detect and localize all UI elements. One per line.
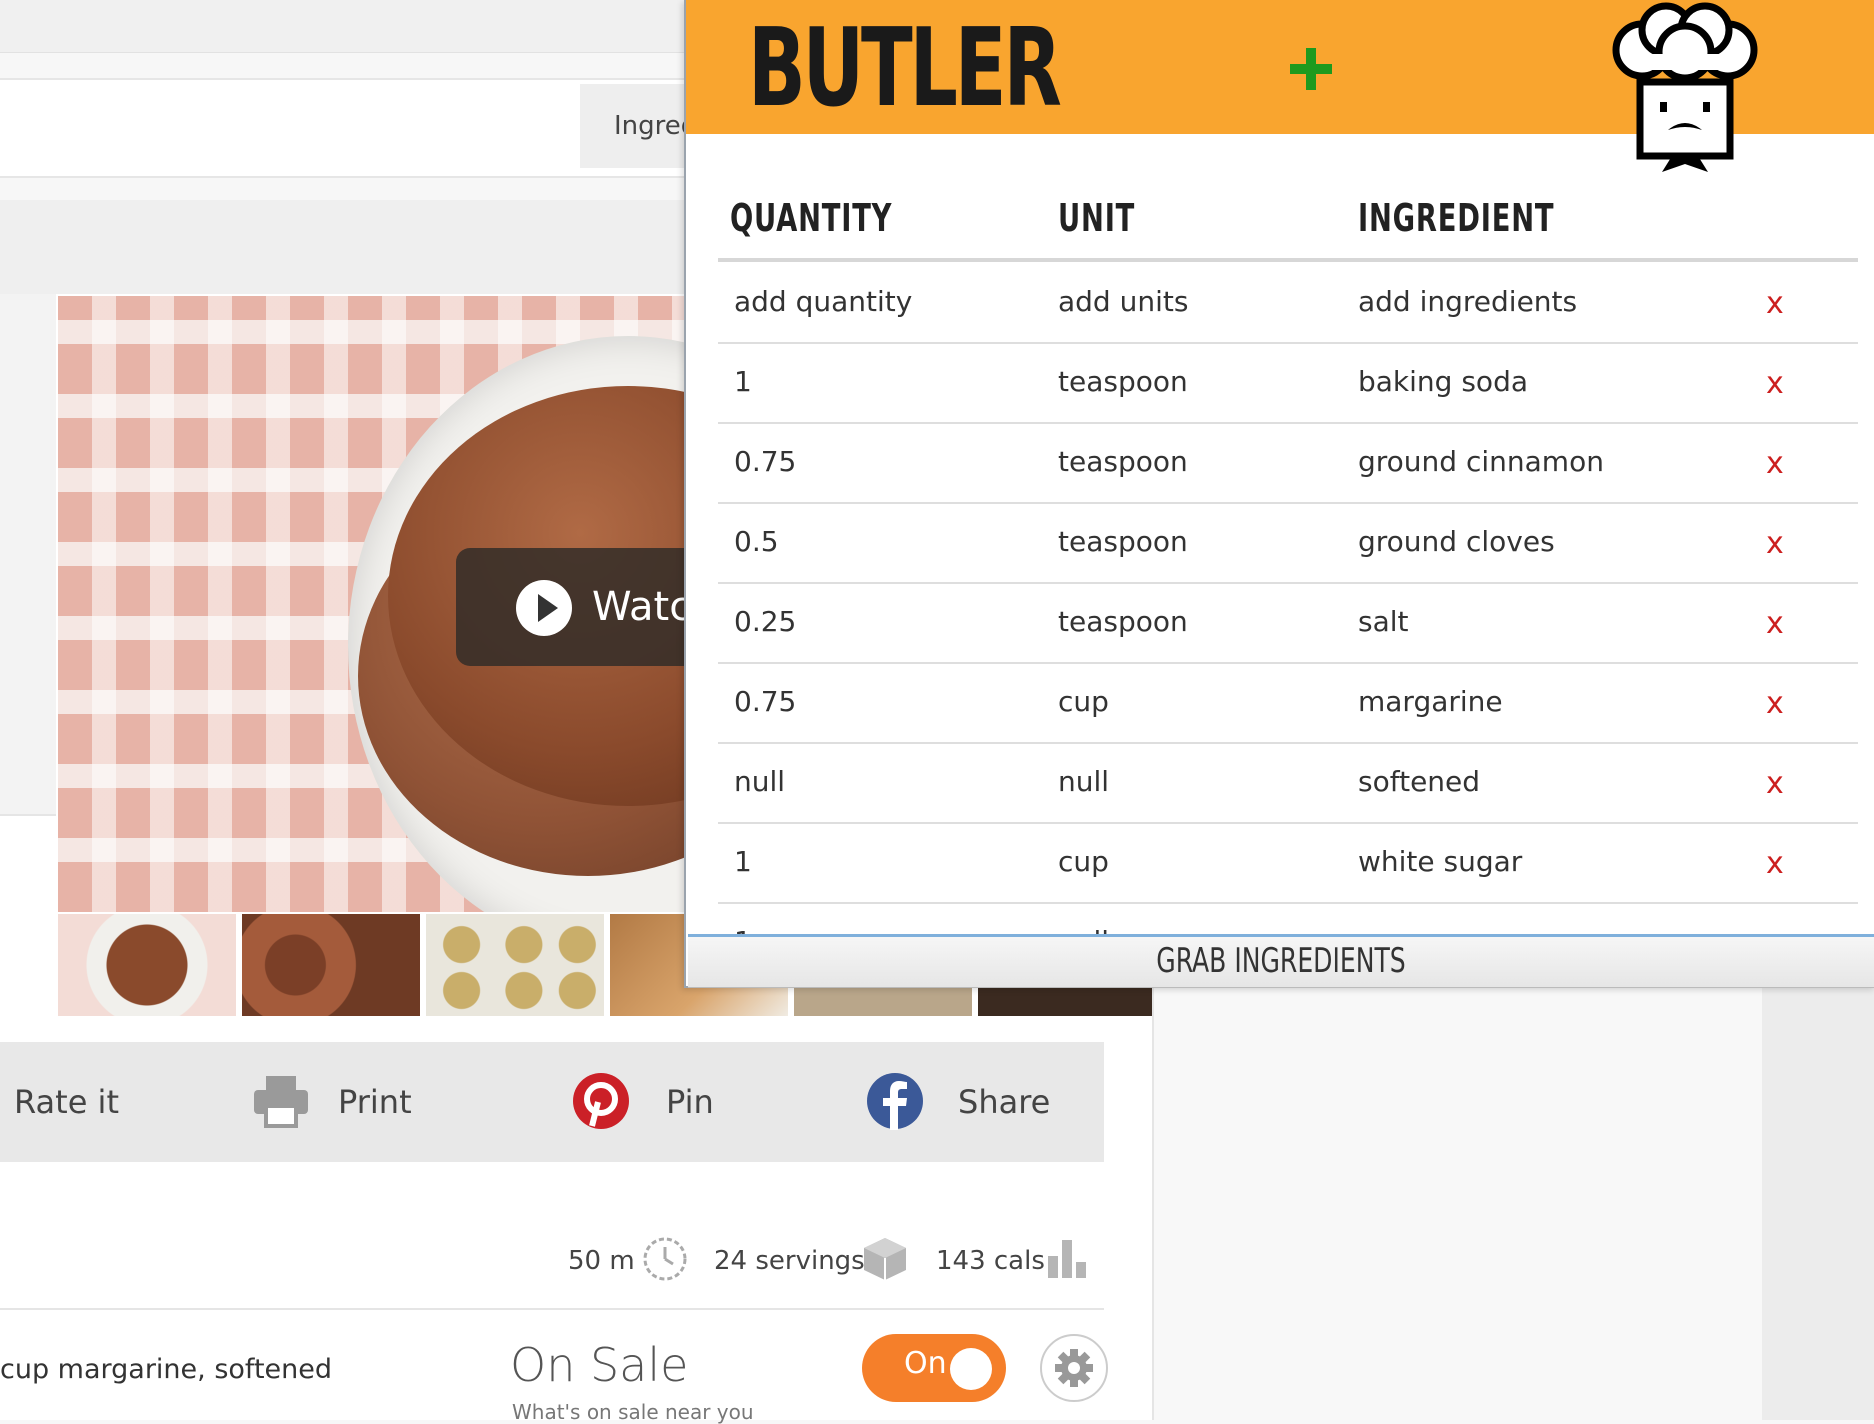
unit-cell[interactable]: teaspoon [1058, 582, 1188, 662]
ingredient-cell[interactable]: margarine [1358, 662, 1503, 742]
prep-time: 50 m [568, 1246, 635, 1276]
table-row: null null softened x [718, 742, 1858, 824]
share-button[interactable]: Share [958, 1042, 1050, 1162]
delete-row-button[interactable]: x [1766, 342, 1784, 422]
on-sale-subtitle: What's on sale near you [512, 1400, 754, 1424]
ingredient-cell[interactable]: white sugar [1358, 822, 1522, 902]
delete-row-button[interactable]: x [1766, 582, 1784, 662]
quantity-cell[interactable]: 1 [734, 342, 752, 422]
left-gutter [0, 294, 56, 816]
table-row: add quantity add units add ingredients x [718, 262, 1858, 344]
quantity-cell[interactable]: 0.5 [734, 502, 779, 582]
delete-row-button[interactable]: x [1766, 822, 1784, 902]
thumbnail[interactable] [242, 914, 420, 1016]
facebook-icon[interactable] [866, 1072, 924, 1130]
delete-row-button[interactable]: x [1766, 662, 1784, 742]
print-button[interactable]: Print [338, 1042, 412, 1162]
on-sale-title: On Sale [510, 1338, 689, 1392]
table-row: 0.5 teaspoon ground cloves x [718, 502, 1858, 584]
quantity-cell[interactable]: 0.75 [734, 422, 796, 502]
settings-button[interactable] [1040, 1334, 1108, 1402]
ingredient-cell[interactable]: softened [1358, 742, 1480, 822]
quantity-cell[interactable]: null [734, 742, 785, 822]
table-row: 1 teaspoon baking soda x [718, 342, 1858, 424]
printer-icon[interactable] [252, 1072, 310, 1130]
table-row: 1 cup white sugar x [718, 822, 1858, 904]
plus-icon[interactable] [1286, 44, 1336, 94]
butler-extension-popup: BUTLER QUANTITY UNIT INGREDIENT add quan… [684, 0, 1874, 988]
ingredient-table[interactable]: add quantity add units add ingredients x… [686, 262, 1874, 934]
unit-input[interactable]: add units [1058, 262, 1188, 342]
unit-cell[interactable]: teaspoon [1058, 342, 1188, 422]
chef-logo-icon [1612, 2, 1758, 172]
ingredient-column-header: INGREDIENT [1358, 196, 1555, 240]
unit-cell[interactable]: teaspoon [1058, 422, 1188, 502]
servings-icon [864, 1238, 906, 1280]
butler-title: BUTLER [748, 6, 1062, 131]
ingredient-cell[interactable]: salt [1358, 582, 1409, 662]
unit-cell[interactable]: null [1058, 742, 1109, 822]
recipe-action-bar: Rate it Print Pin Share [0, 1042, 1104, 1162]
ingredient-input[interactable]: add ingredients [1358, 262, 1577, 342]
grab-ingredients-button[interactable]: GRAB INGREDIENTS [688, 934, 1874, 988]
watch-video-label: Watch [592, 584, 688, 630]
pinterest-icon[interactable] [572, 1072, 630, 1130]
delete-row-button[interactable]: x [1766, 422, 1784, 502]
unit-cell[interactable]: teaspoon [1058, 502, 1188, 582]
table-row: 0.75 teaspoon ground cinnamon x [718, 422, 1858, 504]
table-row: 0.25 teaspoon salt x [718, 582, 1858, 664]
unit-column-header: UNIT [1058, 196, 1136, 240]
ingredient-item[interactable]: cup margarine, softened [0, 1354, 332, 1385]
table-row: 1 null egg x [718, 902, 1858, 934]
pin-button[interactable]: Pin [666, 1042, 714, 1162]
ingredient-cell[interactable]: ground cinnamon [1358, 422, 1604, 502]
ingredient-cell[interactable]: egg [1358, 902, 1411, 934]
servings-count: 24 servings [714, 1246, 865, 1276]
ingredient-cell[interactable]: ground cloves [1358, 502, 1555, 582]
delete-row-button[interactable]: x [1766, 902, 1784, 934]
quantity-input[interactable]: add quantity [734, 262, 912, 342]
ingredient-cell[interactable]: baking soda [1358, 342, 1528, 422]
unit-cell[interactable]: cup [1058, 662, 1109, 742]
quantity-cell[interactable]: 1 [734, 902, 752, 934]
thumbnail[interactable] [426, 914, 604, 1016]
gear-icon [1055, 1349, 1093, 1387]
unit-cell[interactable]: null [1058, 902, 1109, 934]
toggle-label: On [904, 1346, 947, 1381]
quantity-cell[interactable]: 0.75 [734, 662, 796, 742]
calorie-count: 143 cals [936, 1246, 1045, 1276]
rate-it-button[interactable]: Rate it [14, 1042, 119, 1162]
delete-row-button[interactable]: x [1766, 502, 1784, 582]
grab-ingredients-label: GRAB INGREDIENTS [1156, 941, 1406, 981]
divider [0, 1308, 1104, 1310]
delete-row-button[interactable]: x [1766, 742, 1784, 822]
toggle-knob [950, 1348, 992, 1390]
quantity-column-header: QUANTITY [730, 196, 893, 240]
quantity-cell[interactable]: 1 [734, 822, 752, 902]
delete-row-button[interactable]: x [1766, 262, 1784, 342]
clock-icon [643, 1237, 687, 1281]
table-row: 0.75 cup margarine x [718, 662, 1858, 744]
play-triangle-icon [538, 594, 558, 622]
quantity-cell[interactable]: 0.25 [734, 582, 796, 662]
nutrition-chart-icon[interactable] [1046, 1236, 1092, 1282]
unit-cell[interactable]: cup [1058, 822, 1109, 902]
thumbnail[interactable] [58, 914, 236, 1016]
